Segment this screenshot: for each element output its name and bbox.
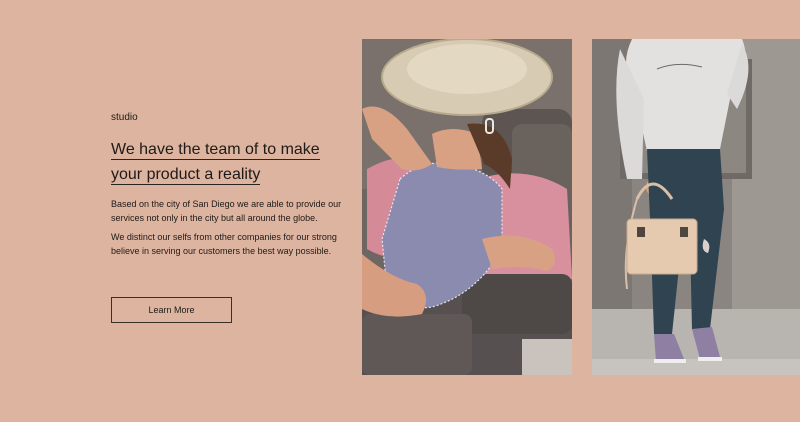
- intro-text-block: studio We have the team of to make your …: [111, 112, 346, 264]
- learn-more-button[interactable]: Learn More: [111, 297, 232, 323]
- paragraph-distinction: We distinct our selfs from other compani…: [111, 232, 337, 256]
- headline-line-1: We have the team of to make: [111, 141, 320, 160]
- section-headline: We have the team of to make your product…: [111, 137, 346, 187]
- photo-woman-straw-hat-sofa-art: [362, 39, 572, 375]
- photo-woman-street-handbag: [592, 39, 800, 375]
- headline-line-2: your product a reality: [111, 166, 261, 185]
- section-eyebrow: studio: [111, 112, 138, 123]
- paragraph-about-city: Based on the city of San Diego we are ab…: [111, 199, 342, 223]
- photo-woman-straw-hat-sofa: [362, 39, 572, 375]
- photo-woman-street-handbag-art: [592, 39, 800, 375]
